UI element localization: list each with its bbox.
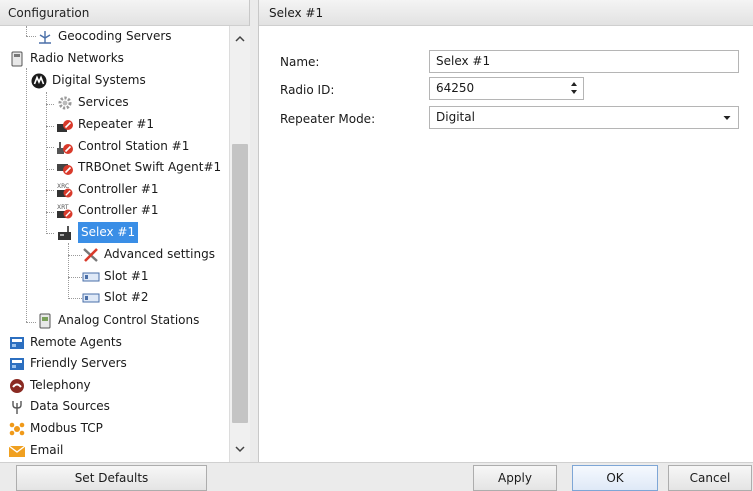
tree-item-digital-systems[interactable]: Digital Systems bbox=[30, 70, 146, 91]
tree-item-label: Control Station #1 bbox=[78, 139, 190, 153]
tree-item-label: Slot #2 bbox=[104, 290, 149, 304]
tree-item-label: Analog Control Stations bbox=[58, 313, 200, 327]
tree-item-label: Slot #1 bbox=[104, 269, 149, 283]
tree-item-telephony[interactable]: Telephony bbox=[8, 375, 91, 396]
tools-icon bbox=[82, 246, 100, 264]
motorola-logo-icon bbox=[30, 72, 48, 90]
tree-item-modbus-tcp[interactable]: Modbus TCP bbox=[8, 418, 103, 439]
tree-item-label: Radio Networks bbox=[30, 51, 124, 65]
tree-item-radio-networks[interactable]: Radio Networks bbox=[8, 48, 124, 69]
swift-agent-icon bbox=[56, 159, 74, 177]
repeater-mode-label: Repeater Mode: bbox=[280, 112, 376, 126]
spinner-arrows-icon[interactable] bbox=[567, 79, 581, 98]
tree-item-friendly-servers[interactable]: Friendly Servers bbox=[8, 353, 127, 374]
tree-item-label: Modbus TCP bbox=[30, 421, 103, 435]
repeater-mode-dropdown[interactable]: Digital bbox=[429, 106, 739, 129]
scroll-down-arrow-icon[interactable] bbox=[230, 442, 250, 460]
tree-item-label: Selex #1 bbox=[78, 222, 139, 243]
tree-item-label: Repeater #1 bbox=[78, 117, 155, 131]
details-panel: Selex #1 Name: Selex #1 Radio ID: 64250 … bbox=[258, 0, 753, 462]
friendly-servers-icon bbox=[8, 355, 26, 373]
cancel-button[interactable]: Cancel bbox=[668, 465, 752, 491]
gear-icon bbox=[56, 94, 74, 112]
configuration-header: Configuration bbox=[0, 0, 249, 26]
tree-item-control-station-1[interactable]: Control Station #1 bbox=[56, 136, 189, 157]
xrc-controller-icon: XRC bbox=[56, 181, 74, 199]
tree-item-label: Controller #1 bbox=[78, 182, 159, 196]
scroll-thumb[interactable] bbox=[232, 144, 248, 423]
tree-item-controller-xrt[interactable]: XRT Controller #1 bbox=[56, 200, 159, 221]
tree-item-remote-agents[interactable]: Remote Agents bbox=[8, 332, 122, 353]
tree-item-label: Advanced settings bbox=[104, 247, 215, 261]
configuration-tree[interactable]: Geocoding Servers Radio Networks Digital… bbox=[0, 26, 229, 462]
scroll-up-arrow-icon[interactable] bbox=[230, 32, 250, 50]
tree-item-selex-1[interactable]: Selex #1 bbox=[56, 222, 139, 243]
xrt-controller-icon: XRT bbox=[56, 202, 74, 220]
name-field[interactable]: Selex #1 bbox=[429, 50, 739, 73]
antenna-icon bbox=[36, 28, 54, 46]
remote-agents-icon bbox=[8, 334, 26, 352]
tree-item-advanced-settings[interactable]: Advanced settings bbox=[82, 244, 215, 265]
control-station-icon bbox=[56, 138, 74, 156]
tree-item-label: Telephony bbox=[30, 378, 91, 392]
ok-button[interactable]: OK bbox=[572, 465, 658, 491]
radio-networks-icon bbox=[8, 50, 26, 68]
apply-button[interactable]: Apply bbox=[473, 465, 557, 491]
tree-item-label: Data Sources bbox=[30, 399, 110, 413]
chevron-down-icon[interactable] bbox=[722, 107, 732, 137]
tree-item-label: Controller #1 bbox=[78, 203, 159, 217]
tree-item-trbonet-swift-agent-1[interactable]: TRBOnet Swift Agent#1 bbox=[56, 157, 221, 178]
radio-id-value: 64250 bbox=[436, 81, 475, 95]
tree-item-geocoding-servers[interactable]: Geocoding Servers bbox=[36, 26, 172, 47]
tree-item-services[interactable]: Services bbox=[56, 92, 129, 113]
tree-item-repeater-1[interactable]: Repeater #1 bbox=[56, 114, 154, 135]
radio-id-spinner[interactable]: 64250 bbox=[429, 77, 584, 100]
analog-station-icon bbox=[36, 312, 54, 330]
tree-item-email[interactable]: Email bbox=[8, 440, 63, 461]
tree-item-slot-2[interactable]: Slot #2 bbox=[82, 287, 149, 308]
tree-item-label: Services bbox=[78, 95, 129, 109]
configuration-window: Configuration Geocoding Servers Radio Ne… bbox=[0, 0, 753, 491]
repeater-icon bbox=[56, 116, 74, 134]
tree-item-label: Friendly Servers bbox=[30, 356, 127, 370]
name-label: Name: bbox=[280, 55, 320, 69]
telephone-icon bbox=[8, 377, 26, 395]
data-source-icon bbox=[8, 398, 26, 416]
modbus-icon bbox=[8, 420, 26, 438]
tree-item-label: TRBOnet Swift Agent#1 bbox=[78, 160, 222, 174]
tree-item-slot-1[interactable]: Slot #1 bbox=[82, 266, 149, 287]
tree-item-label: Geocoding Servers bbox=[58, 29, 172, 43]
envelope-icon bbox=[8, 442, 26, 460]
selex-radio-icon bbox=[56, 224, 74, 242]
slot-icon bbox=[82, 289, 100, 307]
configuration-panel: Configuration Geocoding Servers Radio Ne… bbox=[0, 0, 250, 462]
tree-item-data-sources[interactable]: Data Sources bbox=[8, 396, 110, 417]
tree-item-controller-xrc[interactable]: XRC Controller #1 bbox=[56, 179, 159, 200]
tree-item-analog-control-stations[interactable]: Analog Control Stations bbox=[36, 310, 199, 331]
slot-icon bbox=[82, 268, 100, 286]
repeater-mode-value: Digital bbox=[436, 110, 475, 124]
tree-item-label: Email bbox=[30, 443, 64, 457]
radio-id-label: Radio ID: bbox=[280, 83, 335, 97]
tree-scrollbar[interactable] bbox=[229, 26, 250, 462]
set-defaults-button[interactable]: Set Defaults bbox=[16, 465, 207, 491]
tree-item-label: Remote Agents bbox=[30, 335, 122, 349]
tree-item-label: Digital Systems bbox=[52, 73, 146, 87]
details-header: Selex #1 bbox=[259, 0, 753, 26]
